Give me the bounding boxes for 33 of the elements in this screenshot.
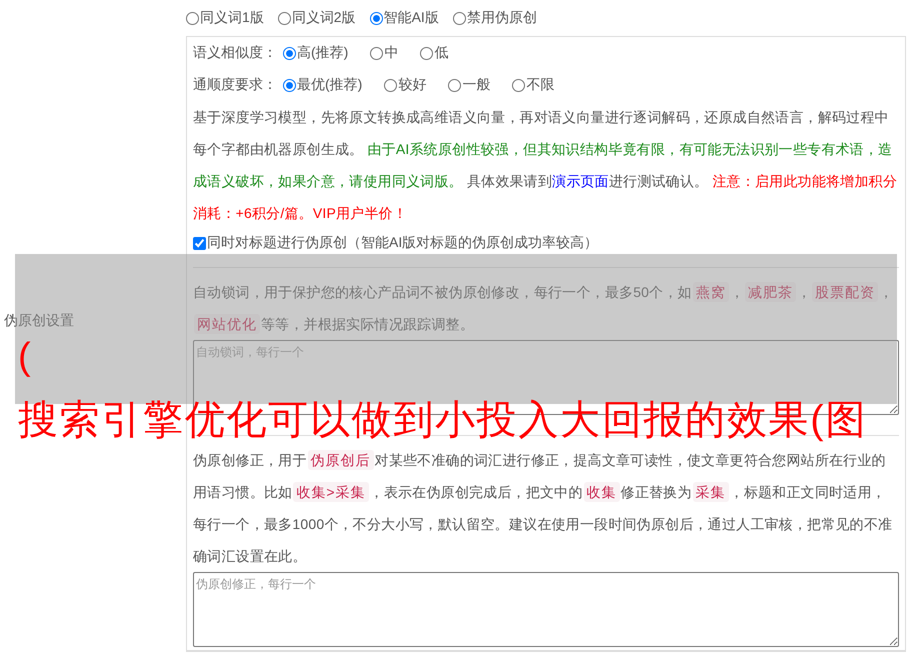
corrections-description: 伪原创修正，用于 伪原创后 对某些不准确的词汇进行修正，提高文章可读性，使文章更符合您网站所在行业的用语习惯。比如 收集>采集 ，表示在伪原创完成后，把文中的 收集 修正替换为 采集 ，标题和正文同时适用，每行一个，最多1000个，不分大小写，默认留空。建议在使用一段时间伪原创后，通过人工审核，把常见的不准确词汇设置在此。 [193, 449, 894, 566]
similarity-radio[interactable]: 高(推荐) [283, 44, 348, 62]
ai-description: 基于深度学习模型，先将原文转换成高维语义向量，再对语义向量进行逐词解码，还原成自然语言，解码过程中每个字都由机器原创生成。 由于AI系统原创性较强，但其知识结构毕竟有限，有可能无法识别一些专有术语，造成语义破坏，如果介意，请使用同义词版。 具体效果请到演示页面进行测试确认。 注意：启用此功能将增加积分消耗：+6积分/篇。VIP用户半价！ [193, 108, 898, 223]
fluency-radio[interactable]: 不限 [512, 76, 554, 94]
radio-button[interactable] [420, 46, 434, 60]
fluency-radio[interactable]: 一般 [448, 76, 490, 94]
mode-radio[interactable]: 同义词1版 [186, 9, 264, 27]
similarity-radio[interactable]: 中 [370, 44, 398, 62]
radio-button[interactable] [448, 78, 462, 92]
mode-radio[interactable]: 同义词2版 [278, 9, 356, 27]
fluency-radio[interactable]: 最优(推荐) [283, 76, 362, 94]
radio-button[interactable] [452, 12, 466, 24]
overlay-title: ( [18, 338, 31, 376]
radio-button[interactable] [278, 12, 291, 24]
similarity-radio[interactable]: 低 [420, 44, 448, 62]
radio-button[interactable] [384, 78, 398, 92]
radio-button[interactable] [512, 78, 526, 92]
corrections-field[interactable]: 伪原创修正，每行一个 [193, 572, 899, 647]
mode-radio[interactable]: 智能AI版 [370, 9, 439, 27]
radio-button[interactable] [283, 46, 296, 60]
section-label: 伪原创设置 [3, 312, 75, 330]
radio-button[interactable] [283, 78, 296, 92]
lock-words-description: 自动锁词，用于保护您的核心产品词不被伪原创修改，每行一个，最多50个，如 燕窝 ， 减肥茶 ， 股票配资 ， 网站优化 等等，并根据实际情况跟踪调整。 [193, 281, 894, 336]
fluency-radio[interactable]: 较好 [384, 76, 426, 94]
fluency-label: 通顺度要求： [193, 76, 277, 94]
similarity-label: 语义相似度： [193, 44, 277, 62]
mode-radio[interactable]: 禁用伪原创 [452, 9, 537, 27]
demo-page-link[interactable]: 演示页面 [552, 173, 609, 189]
radio-button[interactable] [370, 12, 383, 24]
radio-button[interactable] [186, 12, 199, 24]
checkbox[interactable] [193, 236, 206, 250]
radio-button[interactable] [370, 46, 384, 60]
title-checkbox[interactable]: 同时对标题进行伪原创（智能AI版对标题的伪原创成功率较高） [193, 234, 598, 252]
